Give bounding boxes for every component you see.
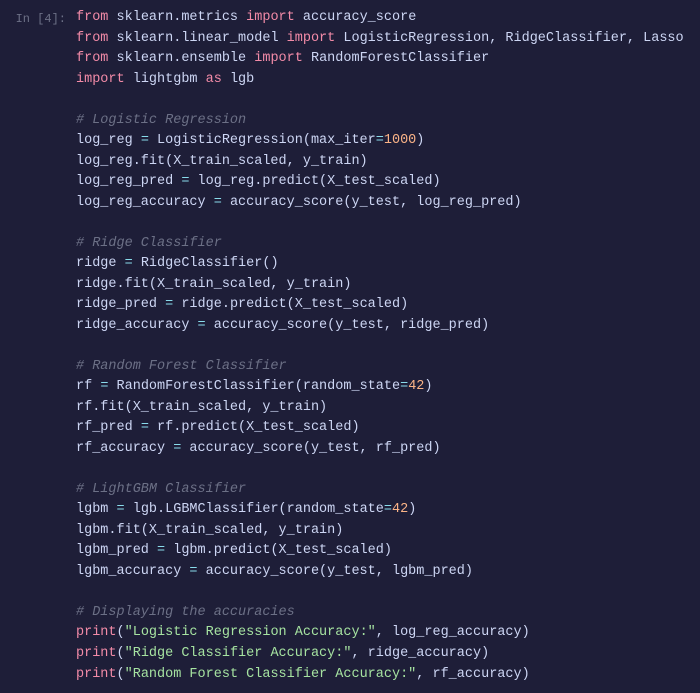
number-literal: 1000: [384, 133, 416, 148]
code-text: log_reg.predict(X_test_scaled): [189, 174, 440, 189]
operator-eq: =: [376, 133, 384, 148]
code-text: rf_accuracy: [76, 441, 173, 456]
code-text: rf_pred: [76, 420, 141, 435]
builtin-print: print: [76, 646, 117, 661]
code-text: ): [416, 133, 424, 148]
string-literal: "Logistic Regression Accuracy:": [125, 625, 376, 640]
keyword-import: import: [254, 51, 303, 66]
operator-eq: =: [384, 502, 392, 517]
comment: # Random Forest Classifier: [76, 359, 287, 374]
code-text: lgbm.predict(X_test_scaled): [165, 543, 392, 558]
code-text: , ridge_accuracy): [351, 646, 489, 661]
alias: lgb: [230, 72, 254, 87]
builtin-print: print: [76, 667, 117, 682]
keyword-import: import: [246, 10, 295, 25]
code-text: rf: [76, 379, 100, 394]
code-text: log_reg_pred: [76, 174, 181, 189]
code-text: rf.predict(X_test_scaled): [149, 420, 360, 435]
code-text: , log_reg_accuracy): [376, 625, 530, 640]
keyword-from: from: [76, 51, 108, 66]
code-text: ridge_pred: [76, 297, 165, 312]
code-text: lgbm_pred: [76, 543, 157, 558]
operator-eq: =: [214, 195, 222, 210]
comment: # Logistic Regression: [76, 113, 246, 128]
code-text: (: [117, 646, 125, 661]
comment: # Ridge Classifier: [76, 236, 222, 251]
code-text: LogisticRegression(max_iter: [149, 133, 376, 148]
code-text: ridge_accuracy: [76, 318, 198, 333]
builtin-print: print: [76, 625, 117, 640]
operator-eq: =: [125, 256, 133, 271]
keyword-as: as: [206, 72, 222, 87]
string-literal: "Random Forest Classifier Accuracy:": [125, 667, 417, 682]
keyword-from: from: [76, 31, 108, 46]
code-text: lgbm.fit(X_train_scaled, y_train): [76, 523, 343, 538]
code-text: accuracy_score(y_test, lgbm_pred): [198, 564, 473, 579]
code-text: log_reg_accuracy: [76, 195, 214, 210]
code-text: lgbm: [76, 502, 117, 517]
code-text: ): [424, 379, 432, 394]
code-text: accuracy_score(y_test, rf_pred): [181, 441, 440, 456]
number-literal: 42: [408, 379, 424, 394]
operator-eq: =: [141, 133, 149, 148]
comment: # Displaying the accuracies: [76, 605, 295, 620]
module-path: sklearn.linear_model: [117, 31, 279, 46]
code-text: log_reg.fit(X_train_scaled, y_train): [76, 154, 368, 169]
code-text: RandomForestClassifier(random_state: [108, 379, 400, 394]
keyword-import: import: [76, 72, 125, 87]
comment: # LightGBM Classifier: [76, 482, 246, 497]
code-text: , rf_accuracy): [416, 667, 529, 682]
operator-eq: =: [198, 318, 206, 333]
input-prompt: In [4]:: [6, 8, 76, 685]
code-text: ridge.fit(X_train_scaled, y_train): [76, 277, 351, 292]
code-text: RidgeClassifier(): [133, 256, 279, 271]
code-text: ridge.predict(X_test_scaled): [173, 297, 408, 312]
number-literal: 42: [392, 502, 408, 517]
operator-eq: =: [141, 420, 149, 435]
code-text: ): [408, 502, 416, 517]
keyword-import: import: [287, 31, 336, 46]
code-text: ridge: [76, 256, 125, 271]
operator-eq: =: [400, 379, 408, 394]
module-path: sklearn.ensemble: [117, 51, 247, 66]
module-path: sklearn.metrics: [117, 10, 239, 25]
code-text: accuracy_score(y_test, log_reg_pred): [222, 195, 522, 210]
code-text: (: [117, 667, 125, 682]
import-names: LogisticRegression, RidgeClassifier, Las…: [343, 31, 683, 46]
string-literal: "Ridge Classifier Accuracy:": [125, 646, 352, 661]
import-names: accuracy_score: [303, 10, 416, 25]
import-names: RandomForestClassifier: [311, 51, 489, 66]
keyword-from: from: [76, 10, 108, 25]
code-text: (: [117, 625, 125, 640]
code-text: lgbm_accuracy: [76, 564, 189, 579]
code-input[interactable]: from sklearn.metrics import accuracy_sco…: [76, 8, 694, 685]
code-text: lgb.LGBMClassifier(random_state: [125, 502, 384, 517]
code-text: rf.fit(X_train_scaled, y_train): [76, 400, 327, 415]
notebook-cell: In [4]: from sklearn.metrics import accu…: [0, 0, 700, 693]
operator-eq: =: [157, 543, 165, 558]
module-path: lightgbm: [133, 72, 198, 87]
code-text: log_reg: [76, 133, 141, 148]
operator-eq: =: [117, 502, 125, 517]
operator-eq: =: [189, 564, 197, 579]
code-text: accuracy_score(y_test, ridge_pred): [206, 318, 490, 333]
